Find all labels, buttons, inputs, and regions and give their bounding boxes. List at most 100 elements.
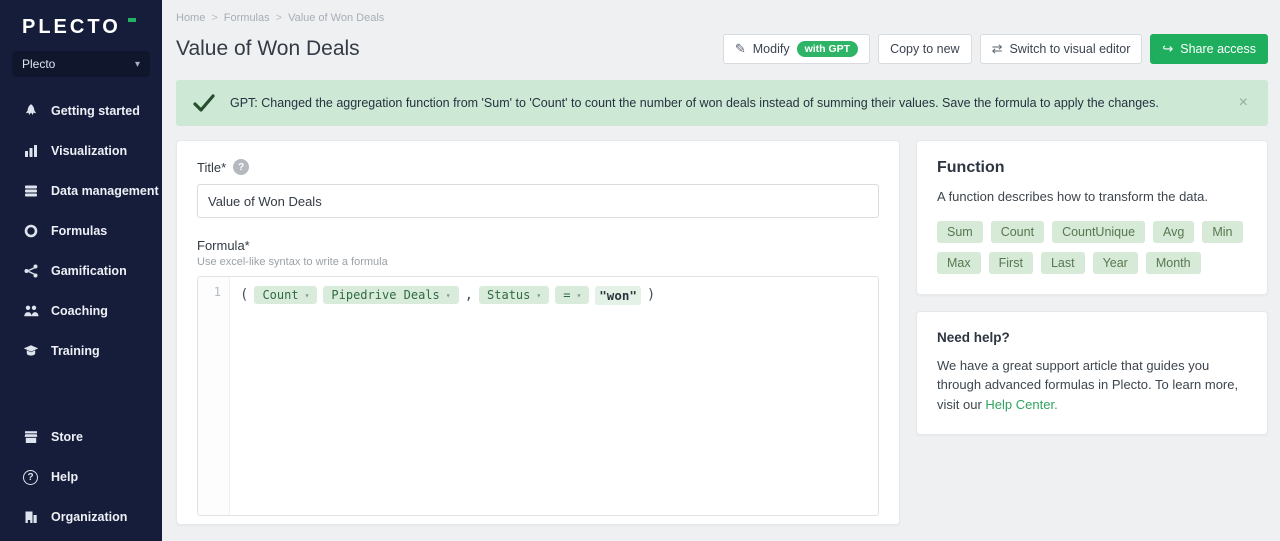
sidebar-item-label: Coaching — [51, 304, 108, 318]
title-help-icon[interactable]: ? — [233, 159, 249, 175]
operator-token[interactable]: = ▾ — [555, 286, 589, 304]
function-token[interactable]: Count ▾ — [254, 286, 317, 304]
sidebar-item-getting-started[interactable]: Getting started — [0, 91, 162, 131]
sidebar-item-store[interactable]: Store — [0, 417, 162, 457]
chevron-down-icon: ▾ — [135, 59, 140, 70]
sidebar-item-organization[interactable]: Organization — [0, 497, 162, 537]
sidebar-item-label: Data management — [51, 184, 159, 198]
formula-form-card: Title* ? Formula* Use excel-like syntax … — [176, 140, 900, 525]
data-source-token-label: Pipedrive Deals — [331, 288, 439, 302]
sidebar-item-label: Visualization — [51, 144, 127, 158]
function-pill-year[interactable]: Year — [1093, 252, 1138, 274]
switch-button-label: Switch to visual editor — [1009, 42, 1130, 56]
sidebar-item-label: Gamification — [51, 264, 127, 278]
sidebar-item-coaching[interactable]: Coaching — [0, 291, 162, 331]
share-access-button[interactable]: ↪ Share access — [1150, 34, 1268, 64]
title-input[interactable] — [197, 184, 879, 218]
gamification-icon — [22, 263, 39, 280]
plecto-logo[interactable]: PLECTO — [0, 0, 162, 39]
with-gpt-badge: with GPT — [797, 41, 859, 57]
bar-chart-icon — [22, 143, 39, 160]
data-source-token[interactable]: Pipedrive Deals ▾ — [323, 286, 458, 304]
sidebar-item-training[interactable]: Training — [0, 331, 162, 371]
organization-selector[interactable]: Plecto ▾ — [12, 51, 150, 77]
sidebar-item-visualization[interactable]: Visualization — [0, 131, 162, 171]
caret-down-icon: ▾ — [576, 291, 581, 300]
field-token[interactable]: Status ▾ — [479, 286, 549, 304]
caret-down-icon: ▾ — [305, 291, 310, 300]
open-paren: ( — [240, 287, 248, 303]
sidebar-nav-bottom: Store ? Help Organization — [0, 417, 162, 537]
copy-to-new-button[interactable]: Copy to new — [878, 34, 971, 64]
share-button-label: Share access — [1180, 42, 1256, 56]
graduation-cap-icon — [22, 343, 39, 360]
function-panel: Function A function describes how to tra… — [916, 140, 1268, 295]
close-icon[interactable]: × — [1235, 94, 1252, 112]
sidebar: PLECTO Plecto ▾ Getting started Visualiz… — [0, 0, 162, 541]
breadcrumb-formulas[interactable]: Formulas — [224, 12, 270, 24]
code-area[interactable]: ( Count ▾ Pipedrive Deals ▾ , Status ▾ — [230, 277, 878, 515]
header-actions: ✎ Modify with GPT Copy to new ⇄ Switch t… — [723, 34, 1268, 64]
sidebar-item-data-management[interactable]: Data management — [0, 171, 162, 211]
people-icon — [22, 303, 39, 320]
copy-button-label: Copy to new — [890, 42, 959, 56]
formula-editor[interactable]: 1 ( Count ▾ Pipedrive Deals ▾ , — [197, 276, 879, 516]
function-pill-avg[interactable]: Avg — [1153, 221, 1194, 243]
comma: , — [465, 287, 473, 303]
close-paren: ) — [647, 287, 655, 303]
plecto-logo-accent — [128, 18, 136, 22]
store-icon — [22, 429, 39, 446]
pencil-icon: ✎ — [735, 41, 746, 57]
function-pill-first[interactable]: First — [989, 252, 1033, 274]
caret-down-icon: ▾ — [446, 291, 451, 300]
function-pill-sum[interactable]: Sum — [937, 221, 983, 243]
sidebar-item-label: Store — [51, 430, 83, 444]
breadcrumb-separator: > — [211, 12, 217, 24]
content-row: Title* ? Formula* Use excel-like syntax … — [176, 140, 1268, 525]
function-panel-title: Function — [937, 159, 1247, 177]
gpt-success-banner: GPT: Changed the aggregation function fr… — [176, 80, 1268, 126]
sidebar-item-label: Help — [51, 470, 78, 484]
sidebar-item-help[interactable]: ? Help — [0, 457, 162, 497]
function-panel-description: A function describes how to transform th… — [937, 188, 1247, 207]
title-field-label: Title* — [197, 160, 226, 175]
function-pill-month[interactable]: Month — [1146, 252, 1201, 274]
sidebar-item-label: Organization — [51, 510, 127, 524]
page-title: Value of Won Deals — [176, 37, 360, 61]
help-center-link[interactable]: Help Center. — [985, 397, 1057, 412]
page-header: Value of Won Deals ✎ Modify with GPT Cop… — [176, 34, 1268, 64]
formula-hint: Use excel-like syntax to write a formula — [197, 256, 879, 268]
need-help-title: Need help? — [937, 330, 1247, 345]
banner-message: GPT: Changed the aggregation function fr… — [230, 96, 1221, 110]
operator-token-label: = — [563, 288, 570, 302]
switch-arrows-icon: ⇄ — [992, 41, 1003, 57]
sidebar-item-label: Getting started — [51, 104, 140, 118]
line-number: 1 — [214, 285, 221, 299]
sidebar-item-gamification[interactable]: Gamification — [0, 251, 162, 291]
database-icon — [22, 183, 39, 200]
modify-with-gpt-button[interactable]: ✎ Modify with GPT — [723, 34, 870, 64]
building-icon — [22, 509, 39, 526]
sidebar-item-label: Training — [51, 344, 100, 358]
function-pill-last[interactable]: Last — [1041, 252, 1085, 274]
organization-name: Plecto — [22, 57, 135, 71]
checkmark-icon — [192, 91, 216, 115]
formula-line: ( Count ▾ Pipedrive Deals ▾ , Status ▾ — [240, 283, 868, 307]
right-column: Function A function describes how to tra… — [916, 140, 1268, 435]
breadcrumb: Home > Formulas > Value of Won Deals — [176, 0, 1268, 24]
sidebar-item-formulas[interactable]: Formulas — [0, 211, 162, 251]
sidebar-item-label: Formulas — [51, 224, 107, 238]
function-pills: Sum Count CountUnique Avg Min Max First … — [937, 221, 1247, 274]
function-pill-min[interactable]: Min — [1202, 221, 1242, 243]
function-pill-count[interactable]: Count — [991, 221, 1044, 243]
function-pill-max[interactable]: Max — [937, 252, 981, 274]
caret-down-icon: ▾ — [536, 291, 541, 300]
function-pill-countunique[interactable]: CountUnique — [1052, 221, 1145, 243]
breadcrumb-home[interactable]: Home — [176, 12, 205, 24]
breadcrumb-separator: > — [276, 12, 282, 24]
string-value-token[interactable]: "won" — [595, 286, 641, 305]
modify-button-label: Modify — [753, 42, 790, 56]
formula-field-label: Formula* — [197, 238, 879, 253]
line-number-gutter: 1 — [198, 277, 230, 515]
switch-to-visual-editor-button[interactable]: ⇄ Switch to visual editor — [980, 34, 1143, 64]
